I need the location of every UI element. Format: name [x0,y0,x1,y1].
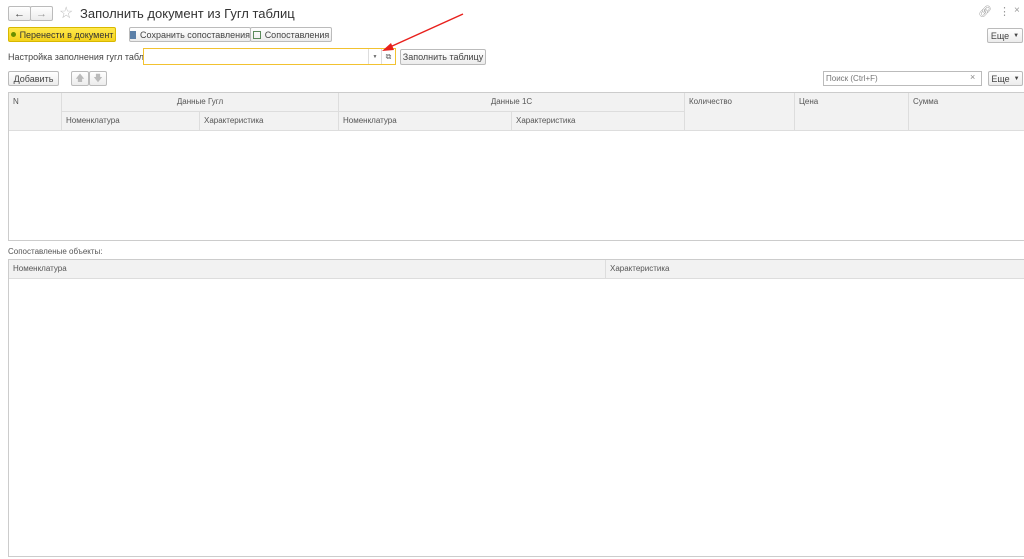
red-arrow-annotation [382,13,464,51]
